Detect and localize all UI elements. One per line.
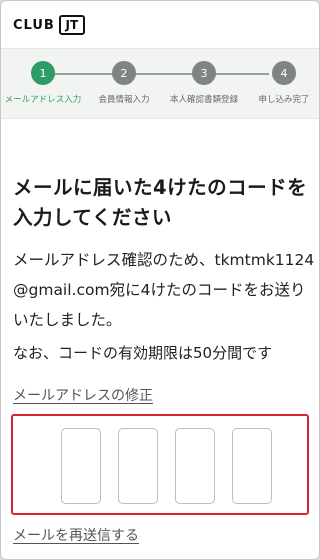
step-label: 申し込み完了 xyxy=(258,95,310,105)
resend-email-link[interactable]: メールを再送信する xyxy=(13,525,139,545)
header: CLUB JT xyxy=(1,1,319,49)
code-digit-3-input[interactable] xyxy=(175,428,215,504)
step-number-circle: 3 xyxy=(192,61,216,85)
app-frame: CLUB JT 1 メールアドレス入力 2 会員情報入力 3 本人確認書類登録 … xyxy=(0,0,320,560)
expiry-note: なお、コードの有効期限は50分間です xyxy=(13,344,273,362)
code-digit-2-input[interactable] xyxy=(118,428,158,504)
confirmation-message: メールアドレス確認のため、tkmtmk1124@gmail.com宛に4けたのコ… xyxy=(13,251,315,329)
verification-code-group xyxy=(11,414,309,515)
logo-text: CLUB xyxy=(13,17,55,33)
progress-stepper: 1 メールアドレス入力 2 会員情報入力 3 本人確認書類登録 4 申し込み完了 xyxy=(1,49,319,119)
step-label: 会員情報入力 xyxy=(98,95,150,105)
step-member-info: 2 会員情報入力 xyxy=(84,61,164,105)
step-number-circle: 4 xyxy=(272,61,296,85)
step-label: メールアドレス入力 xyxy=(4,95,82,105)
step-complete: 4 申し込み完了 xyxy=(244,61,319,105)
step-number-circle: 1 xyxy=(31,61,55,85)
step-id-document: 3 本人確認書類登録 xyxy=(164,61,244,105)
step-number-circle: 2 xyxy=(112,61,136,85)
step-email-input: 1 メールアドレス入力 xyxy=(3,61,83,105)
edit-email-link[interactable]: メールアドレスの修正 xyxy=(13,385,153,405)
page-title: メールに届いた4けたのコードを入力してください xyxy=(13,176,308,229)
club-jt-logo[interactable]: CLUB JT xyxy=(13,14,85,36)
code-digit-4-input[interactable] xyxy=(232,428,272,504)
code-digit-1-input[interactable] xyxy=(61,428,101,504)
step-label: 本人確認書類登録 xyxy=(169,95,238,105)
jt-logo-icon: JT xyxy=(58,15,85,35)
